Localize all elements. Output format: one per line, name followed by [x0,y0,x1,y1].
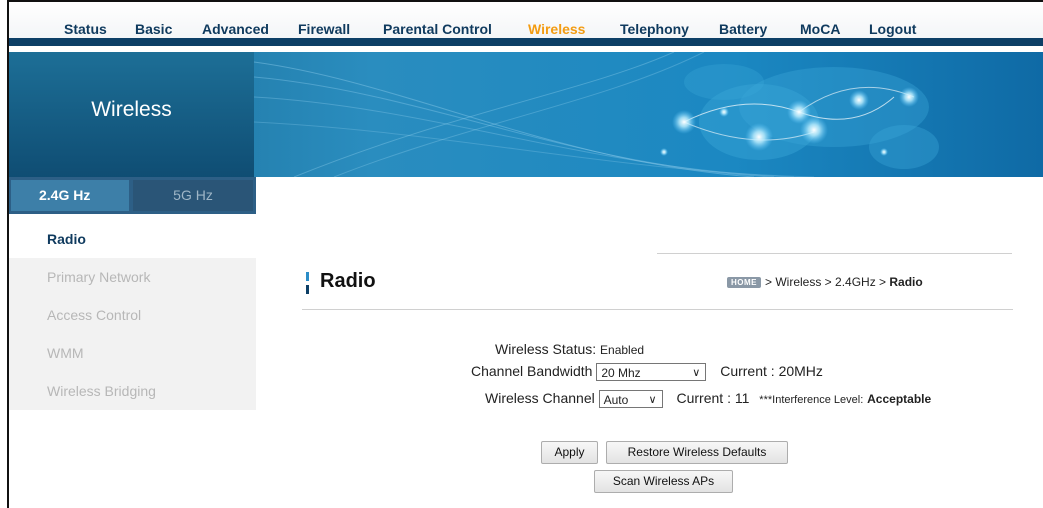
bandwidth-current-value: 20MHz [778,363,823,379]
bandwidth-current-label: Current : [720,363,775,379]
apply-button[interactable]: Apply [541,441,598,464]
nav-bottom-bar [9,38,1043,46]
interference-label: ***Interference Level: [759,394,864,406]
chevron-down-icon: ∨ [692,367,701,380]
nav-telephony[interactable]: Telephony [620,21,689,37]
nav-status[interactable]: Status [64,21,107,37]
banner: Wireless [9,52,1043,177]
channel-bandwidth-label: Channel Bandwidth [471,363,593,379]
sidebar-item-primary-network[interactable]: Primary Network [9,258,256,296]
nav-logout[interactable]: Logout [869,21,916,37]
nav-basic[interactable]: Basic [135,21,172,37]
banner-title: Wireless [91,98,172,121]
page-title: Radio [320,270,376,292]
banner-title-box: Wireless [9,52,254,177]
breadcrumb: HOME > Wireless > 2.4GHz > Radio [727,275,923,289]
sidebar-item-access-control[interactable]: Access Control [9,296,256,334]
wireless-status-row: Wireless Status: Enabled [495,341,644,357]
channel-current-value: 11 [734,390,750,406]
wireless-channel-select-value: Auto [603,393,629,408]
band-tabs: 2.4G Hz 5G Hz [9,177,256,214]
top-nav: Status Basic Advanced Firewall Parental … [9,2,1043,46]
channel-bandwidth-row: Channel Bandwidth 20 Mhz ∨ Current : 20M… [471,363,823,382]
sidebar-item-wmm[interactable]: WMM [9,334,256,372]
world-map-graphic [254,52,939,177]
nav-moca[interactable]: MoCA [800,21,840,37]
nav-advanced[interactable]: Advanced [202,21,269,37]
breadcrumb-current: Radio [889,275,923,289]
divider-mid [302,309,1013,310]
nav-wireless[interactable]: Wireless [528,21,585,37]
wireless-status-value: Enabled [600,343,645,357]
sidebar: Radio Primary Network Access Control WMM… [9,220,256,410]
nav-battery[interactable]: Battery [719,21,767,37]
home-icon[interactable]: HOME [727,277,761,288]
breadcrumb-path: > Wireless > 2.4GHz > [765,275,887,289]
wireless-channel-select[interactable]: Auto ∨ [598,390,663,409]
wireless-channel-row: Wireless Channel Auto ∨ Current : 11 ***… [485,390,932,409]
nav-parental-control[interactable]: Parental Control [383,21,492,37]
title-accent-icon [306,272,309,294]
tab-5ghz[interactable]: 5G Hz [133,180,253,211]
sidebar-item-wireless-bridging[interactable]: Wireless Bridging [9,372,256,410]
channel-current-label: Current : [676,390,731,406]
interference-value: Acceptable [867,392,932,406]
restore-defaults-button[interactable]: Restore Wireless Defaults [606,441,788,464]
divider-top [657,253,1012,254]
channel-bandwidth-select[interactable]: 20 Mhz ∨ [596,363,707,382]
sidebar-item-radio[interactable]: Radio [9,220,256,258]
wireless-channel-label: Wireless Channel [485,390,595,406]
chevron-down-icon: ∨ [648,394,657,407]
tab-2-4ghz[interactable]: 2.4G Hz [11,180,129,211]
channel-bandwidth-select-value: 20 Mhz [601,366,641,381]
scan-wireless-aps-button[interactable]: Scan Wireless APs [594,470,733,493]
wireless-status-label: Wireless Status: [495,341,597,357]
nav-firewall[interactable]: Firewall [298,21,350,37]
